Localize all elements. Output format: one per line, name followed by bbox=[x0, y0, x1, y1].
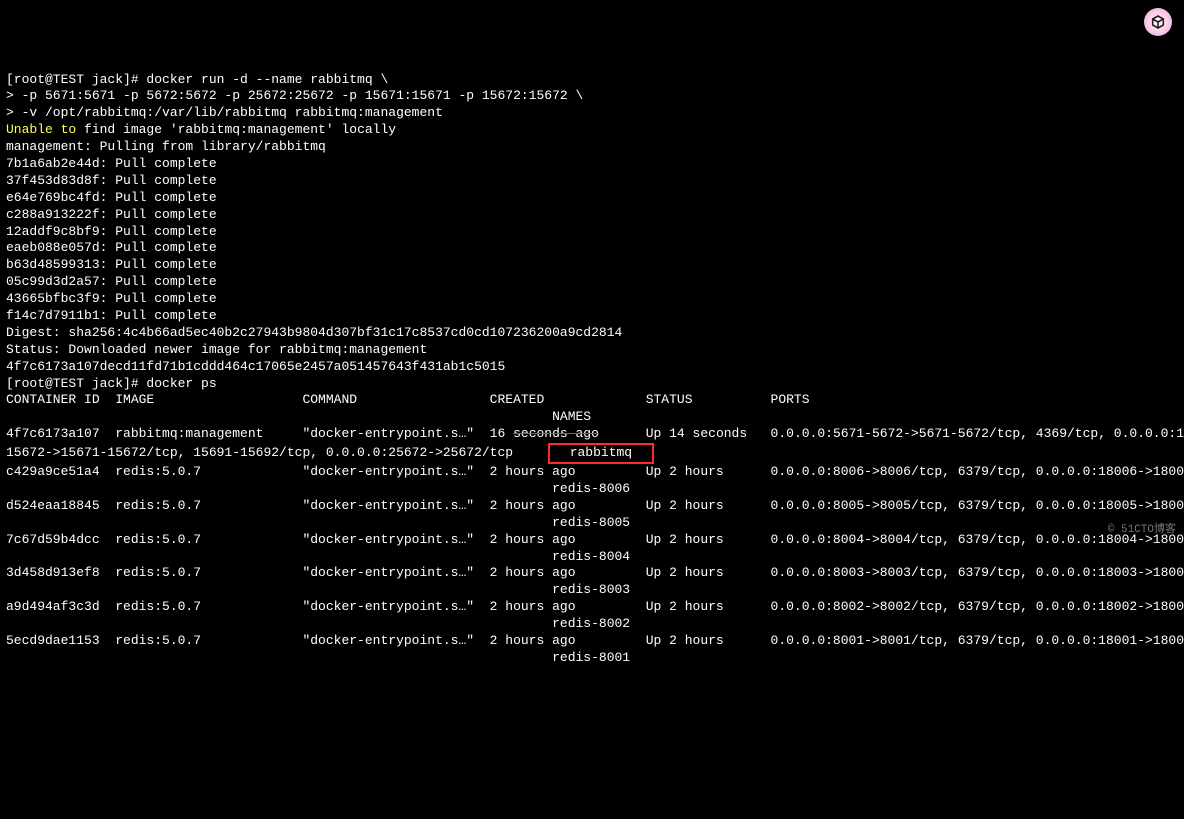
pull-layer-1: 37f453d83d8f: Pull complete bbox=[6, 173, 1178, 190]
pull-status: Status: Downloaded newer image for rabbi… bbox=[6, 342, 1178, 359]
watermark-text: © 51CTO博客 bbox=[1108, 523, 1176, 537]
ps-row-rabbitmq-2: 15672->15671-15672/tcp, 15691-15692/tcp,… bbox=[6, 443, 1178, 464]
pull-layer-6: b63d48599313: Pull complete bbox=[6, 257, 1178, 274]
ps-row-3-1: 7c67d59b4dcc redis:5.0.7 "docker-entrypo… bbox=[6, 532, 1178, 549]
brand-logo-icon bbox=[1144, 8, 1172, 36]
created-strike: seconds ago bbox=[513, 426, 599, 441]
cmd-docker-run-2: > -p 5671:5671 -p 5672:5672 -p 25672:256… bbox=[6, 88, 1178, 105]
ps-header-2: NAMES bbox=[6, 409, 1178, 426]
pull-layer-5: eaeb088e057d: Pull complete bbox=[6, 240, 1178, 257]
ps-row-2-1: d524eaa18845 redis:5.0.7 "docker-entrypo… bbox=[6, 498, 1178, 515]
ps-row-4-1: 3d458d913ef8 redis:5.0.7 "docker-entrypo… bbox=[6, 565, 1178, 582]
ps-row-3-2: redis-8004 bbox=[6, 549, 1178, 566]
ps-row-4-2: redis-8003 bbox=[6, 582, 1178, 599]
pull-unable: Unable to find image 'rabbitmq:managemen… bbox=[6, 122, 1178, 139]
ps-row-6-1: 5ecd9dae1153 redis:5.0.7 "docker-entrypo… bbox=[6, 633, 1178, 650]
pull-from: management: Pulling from library/rabbitm… bbox=[6, 139, 1178, 156]
highlight-rabbitmq-name: rabbitmq bbox=[548, 443, 654, 464]
pull-layer-3: c288a913222f: Pull complete bbox=[6, 207, 1178, 224]
ps-row-rabbitmq-1: 4f7c6173a107 rabbitmq:management "docker… bbox=[6, 426, 1178, 443]
pull-layer-4: 12addf9c8bf9: Pull complete bbox=[6, 224, 1178, 241]
cmd-docker-run-3: > -v /opt/rabbitmq:/var/lib/rabbitmq rab… bbox=[6, 105, 1178, 122]
pull-layer-2: e64e769bc4fd: Pull complete bbox=[6, 190, 1178, 207]
ps-row-6-2: redis-8001 bbox=[6, 650, 1178, 667]
cmd-docker-ps: [root@TEST jack]# docker ps bbox=[6, 376, 1178, 393]
unable-to-text: Unable to bbox=[6, 122, 76, 137]
ps-row-5-1: a9d494af3c3d redis:5.0.7 "docker-entrypo… bbox=[6, 599, 1178, 616]
ps-row-2-2: redis-8005 bbox=[6, 515, 1178, 532]
pull-layer-7: 05c99d3d2a57: Pull complete bbox=[6, 274, 1178, 291]
cmd-docker-run-1: [root@TEST jack]# docker run -d --name r… bbox=[6, 72, 1178, 89]
pull-digest: Digest: sha256:4c4b66ad5ec40b2c27943b980… bbox=[6, 325, 1178, 342]
ps-row-1-2: redis-8006 bbox=[6, 481, 1178, 498]
ps-header-1: CONTAINER ID IMAGE COMMAND CREATED STATU… bbox=[6, 392, 1178, 409]
pull-layer-0: 7b1a6ab2e44d: Pull complete bbox=[6, 156, 1178, 173]
pull-layer-9: f14c7d7911b1: Pull complete bbox=[6, 308, 1178, 325]
ps-row-1-1: c429a9ce51a4 redis:5.0.7 "docker-entrypo… bbox=[6, 464, 1178, 481]
terminal-output[interactable]: [root@TEST jack]# docker run -d --name r… bbox=[6, 72, 1178, 667]
ps-row-5-2: redis-8002 bbox=[6, 616, 1178, 633]
pull-container-id: 4f7c6173a107decd11fd71b1cddd464c17065e24… bbox=[6, 359, 1178, 376]
pull-layer-8: 43665bfbc3f9: Pull complete bbox=[6, 291, 1178, 308]
